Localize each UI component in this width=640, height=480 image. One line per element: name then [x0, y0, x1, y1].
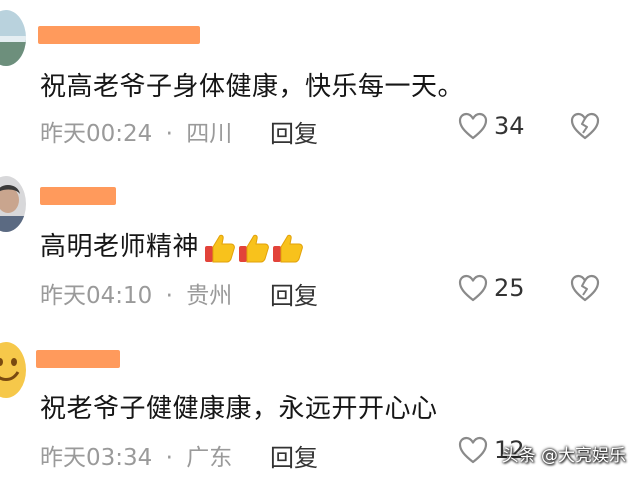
avatar-image [0, 10, 26, 66]
comment-time: 昨天00:24 [40, 121, 153, 147]
comment-text-content: 高明老师精神 [40, 232, 200, 262]
emoji-group [203, 231, 305, 265]
comment-location: 广东 [186, 445, 233, 471]
thumbs-up-emoji-icon [239, 234, 269, 262]
like-count: 34 [494, 112, 525, 140]
like-button[interactable]: 25 [458, 274, 525, 302]
avatar[interactable] [0, 10, 26, 66]
comment-time: 昨天04:10 [40, 283, 153, 309]
reply-button[interactable]: 回复 [270, 276, 318, 311]
username-redacted[interactable] [40, 187, 116, 205]
comment-location: 贵州 [186, 283, 233, 309]
heart-outline-icon [458, 436, 488, 464]
comment-time: 昨天03:34 [40, 445, 153, 471]
heart-outline-icon [458, 112, 488, 140]
heart-outline-icon [458, 274, 488, 302]
broken-heart-icon [570, 274, 600, 302]
comment-meta: 昨天04:10 · 贵州 [40, 276, 232, 310]
watermark: 头条 @大亮娱乐 [501, 446, 626, 466]
comment-text: 祝老爷子健健康康，永远开开心心 [40, 394, 438, 424]
thumbs-up-emoji-icon [273, 234, 303, 262]
like-count: 25 [494, 274, 525, 302]
thumbs-up-emoji-icon [205, 234, 235, 262]
username-redacted[interactable] [38, 26, 200, 44]
avatar-image [0, 176, 26, 232]
like-button[interactable]: 34 [458, 112, 525, 140]
comment-text: 高明老师精神 [40, 226, 305, 265]
dislike-button[interactable] [570, 112, 600, 144]
meta-separator: · [165, 121, 173, 147]
meta-separator: · [165, 445, 173, 471]
avatar-image [0, 342, 26, 398]
comment-list-screen: 祝高老爷子身体健康，快乐每一天。 昨天00:24 · 四川 回复 34 高明老师… [0, 0, 640, 480]
broken-heart-icon [570, 112, 600, 140]
comment-item: 祝高老爷子身体健康，快乐每一天。 昨天00:24 · 四川 回复 34 [0, 0, 640, 160]
username-redacted[interactable] [36, 350, 120, 368]
reply-button[interactable]: 回复 [270, 438, 318, 473]
comment-meta: 昨天03:34 · 广东 [40, 438, 232, 472]
meta-separator: · [165, 283, 173, 309]
comment-text: 祝高老爷子身体健康，快乐每一天。 [40, 72, 465, 102]
avatar[interactable] [0, 342, 26, 398]
comment-meta: 昨天00:24 · 四川 [40, 114, 232, 148]
dislike-button[interactable] [570, 274, 600, 306]
avatar[interactable] [0, 176, 26, 232]
comment-location: 四川 [186, 121, 233, 147]
comment-item: 高明老师精神 昨天04:10 · 贵州 回复 25 [0, 170, 640, 320]
reply-button[interactable]: 回复 [270, 114, 318, 149]
